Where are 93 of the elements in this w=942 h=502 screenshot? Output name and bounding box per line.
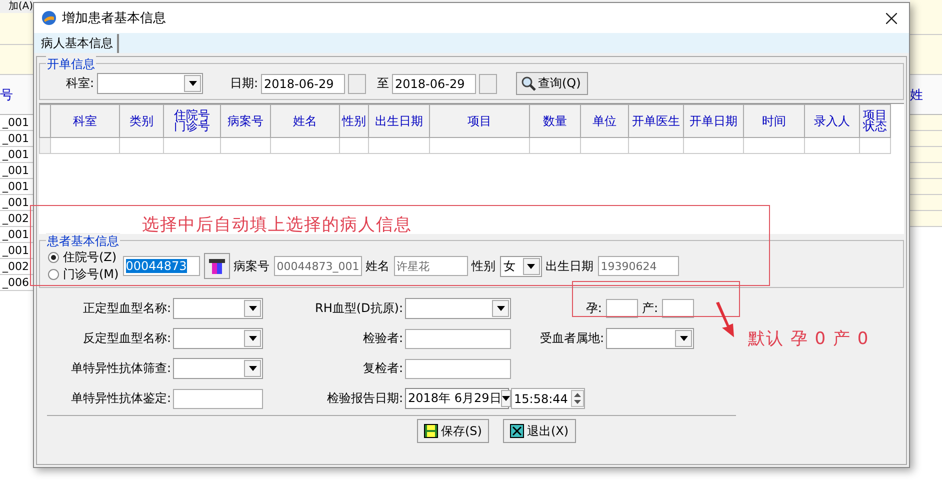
radio-option[interactable]: 住院号(Z) bbox=[48, 249, 119, 266]
date-picker[interactable]: 2018年 6月29日 bbox=[405, 388, 509, 409]
spinner-icon bbox=[574, 393, 581, 404]
field-label: 单特异性抗体筛查: bbox=[70, 360, 171, 377]
group-title: 患者基本信息 bbox=[46, 233, 120, 250]
annotation-text: 选择中后自动填上选择的病人信息 bbox=[142, 214, 412, 236]
annotation-text: 默认 孕 0 产 0 bbox=[748, 328, 870, 350]
table-row bbox=[910, 131, 942, 147]
date-button[interactable] bbox=[479, 74, 497, 94]
close-icon bbox=[886, 12, 897, 24]
input-field[interactable] bbox=[606, 299, 638, 318]
field-label: 产: bbox=[642, 300, 658, 317]
dropdown[interactable] bbox=[173, 358, 263, 379]
dropdown[interactable] bbox=[405, 298, 511, 319]
field-label: 日期: bbox=[228, 75, 258, 92]
caret-icon bbox=[248, 306, 256, 311]
field-label: 科室: bbox=[64, 75, 94, 92]
column-header: 姓名 bbox=[270, 104, 340, 138]
column-header: 住院号门诊号 bbox=[164, 104, 220, 138]
column-header: 号 bbox=[0, 75, 33, 115]
annotation-arrow bbox=[714, 301, 736, 339]
input-field[interactable] bbox=[173, 388, 263, 408]
column-header: 姓 bbox=[910, 75, 942, 115]
table-row bbox=[910, 115, 942, 131]
dropdown[interactable] bbox=[173, 328, 263, 349]
magnifier-icon bbox=[521, 76, 537, 92]
panel-background bbox=[0, 13, 33, 45]
column-header: 录入人 bbox=[804, 104, 860, 138]
table-row bbox=[910, 211, 942, 227]
field-label: 反定型血型名称: bbox=[82, 330, 171, 347]
field-label: RH血型(D抗原): bbox=[314, 300, 403, 317]
date-field[interactable]: 2018-06-29 bbox=[261, 74, 345, 94]
field-label: 姓名 bbox=[366, 258, 390, 274]
column-header: 出生日期 bbox=[368, 104, 430, 138]
dropdown[interactable] bbox=[97, 73, 203, 94]
caret-icon bbox=[502, 396, 510, 401]
input-field[interactable]: 19390624 bbox=[598, 256, 679, 276]
column-header: 开单日期 bbox=[684, 104, 744, 138]
caret-icon bbox=[248, 366, 256, 371]
picker-button[interactable] bbox=[204, 253, 230, 279]
field-label: 病案号 bbox=[234, 258, 270, 274]
column-header: 科室 bbox=[50, 104, 120, 138]
app-logo-icon bbox=[42, 11, 56, 25]
input-field[interactable] bbox=[405, 358, 511, 378]
column-header: 时间 bbox=[744, 104, 804, 138]
table-row bbox=[910, 179, 942, 195]
table-row bbox=[910, 163, 942, 179]
radio-option[interactable]: 门诊号(M) bbox=[48, 266, 119, 283]
close-box-icon bbox=[510, 424, 524, 438]
menu-item[interactable]: 加(A) bbox=[0, 0, 33, 13]
field-label: 正定型血型名称: bbox=[82, 300, 171, 317]
card-picker-icon bbox=[208, 257, 226, 275]
field-label: 单特异性抗体鉴定: bbox=[70, 390, 171, 407]
group-title: 开单信息 bbox=[46, 56, 96, 73]
dropdown[interactable] bbox=[173, 298, 263, 319]
dialog-button[interactable]: 保存(S) bbox=[417, 419, 489, 443]
query-button[interactable]: 查询(Q) bbox=[516, 72, 588, 95]
field-label: 检验报告日期: bbox=[326, 390, 403, 407]
column-header: 性别 bbox=[340, 104, 368, 138]
column-header: 开单医生 bbox=[628, 104, 684, 138]
column-header: 项目状态 bbox=[860, 104, 890, 138]
window-title: 增加患者基本信息 bbox=[62, 10, 167, 27]
field-label: 复检者: bbox=[362, 360, 403, 377]
field-label: 检验者: bbox=[362, 330, 403, 347]
input-field[interactable]: 许星花 bbox=[394, 256, 468, 276]
input-field[interactable]: 00044873_001 bbox=[274, 256, 362, 276]
caret-icon bbox=[248, 336, 256, 341]
date-button[interactable] bbox=[348, 74, 366, 94]
caret-icon bbox=[527, 264, 536, 268]
column-header: 病案号 bbox=[220, 104, 270, 138]
column-header: 数量 bbox=[530, 104, 580, 138]
input-field[interactable] bbox=[405, 328, 511, 348]
dialog-button[interactable]: 退出(X) bbox=[502, 419, 576, 443]
caret-icon bbox=[188, 81, 196, 86]
field-label: 性别 bbox=[472, 258, 496, 274]
date-field[interactable]: 2018-06-29 bbox=[392, 74, 476, 94]
table-row bbox=[910, 195, 942, 211]
input-field[interactable] bbox=[662, 299, 694, 318]
column-header: 单位 bbox=[580, 104, 628, 138]
dropdown[interactable]: 女 bbox=[500, 256, 542, 276]
table-row bbox=[910, 147, 942, 163]
panel-background bbox=[0, 45, 33, 75]
column-header: 项目 bbox=[430, 104, 530, 138]
field-label: 孕: bbox=[586, 300, 602, 317]
column-header: 类别 bbox=[120, 104, 164, 138]
field-label: 出生日期 bbox=[546, 258, 594, 274]
caret-icon bbox=[496, 306, 504, 311]
field-label: 受血者属地: bbox=[538, 330, 604, 347]
dropdown[interactable] bbox=[606, 328, 694, 349]
caret-icon bbox=[680, 336, 688, 341]
time-field[interactable]: 15:58:44 bbox=[511, 388, 585, 409]
field-label: 至 bbox=[376, 75, 389, 92]
input-field[interactable]: 00044873 bbox=[122, 256, 200, 276]
